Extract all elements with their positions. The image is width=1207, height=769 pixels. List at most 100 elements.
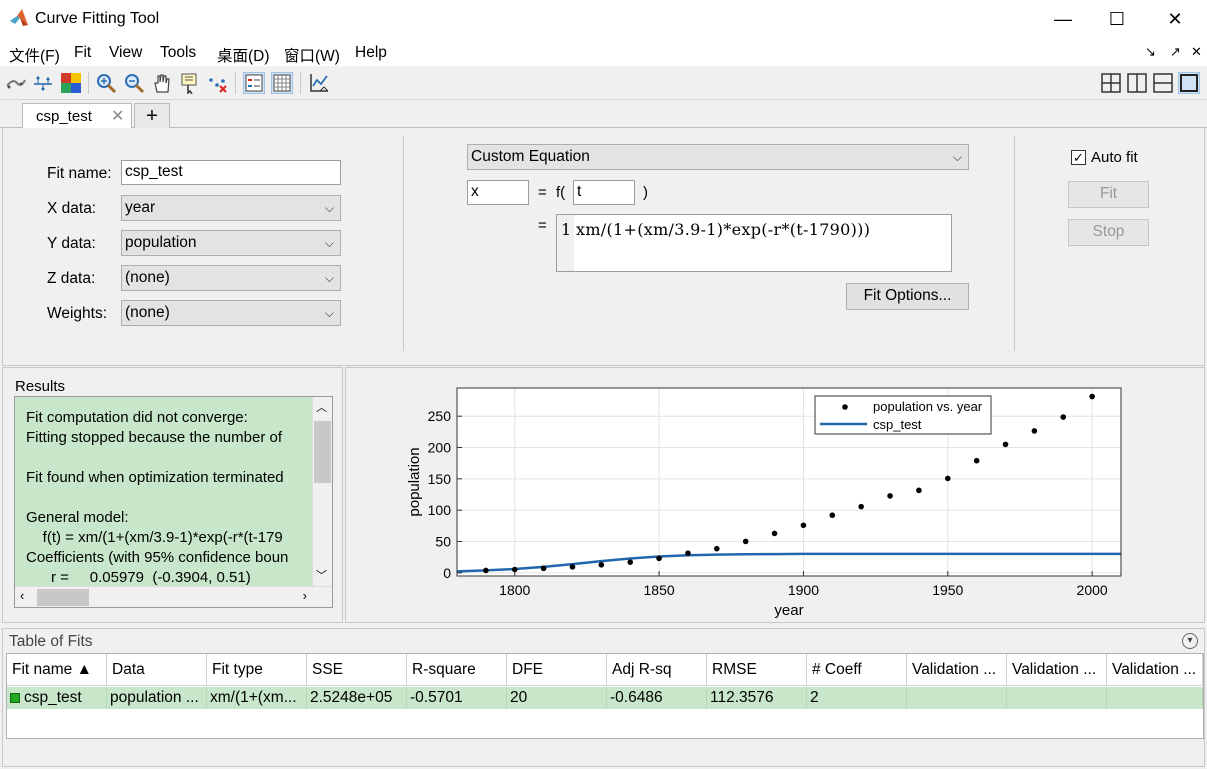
close-tab-icon[interactable]: ✕ <box>111 106 124 126</box>
plot-legend[interactable]: population vs. year csp_test <box>814 395 992 435</box>
tab-csp-test[interactable]: csp_test ✕ <box>22 103 132 129</box>
pan-hand-icon[interactable] <box>151 72 173 94</box>
weights-label: Weights: <box>47 305 108 322</box>
chevron-down-icon: ⌵ <box>324 306 334 320</box>
residuals-plot-icon[interactable] <box>32 72 54 94</box>
dock-icon[interactable]: ↘ <box>1145 44 1156 60</box>
column-header-dfe[interactable]: DFE <box>507 654 607 686</box>
data-point <box>1002 441 1009 448</box>
independent-variable-input[interactable]: t <box>573 180 635 205</box>
y-data-select[interactable]: population ⌵ <box>121 230 341 256</box>
data-point <box>944 475 951 482</box>
column-header-adj-r-sq[interactable]: Adj R-sq <box>607 654 707 686</box>
function-open: f( <box>556 184 566 201</box>
zoom-out-icon[interactable] <box>123 72 145 94</box>
scroll-down-icon[interactable]: ﹀ <box>316 567 327 583</box>
column-header-data[interactable]: Data <box>107 654 207 686</box>
column-header-r-square[interactable]: R-square <box>407 654 507 686</box>
fit-plot-icon[interactable] <box>5 72 27 94</box>
tile-vertical-icon[interactable] <box>1126 72 1148 94</box>
scroll-up-icon[interactable]: ︿ <box>316 399 327 415</box>
column-header-validation[interactable]: Validation ... <box>1007 654 1107 686</box>
fit-plot[interactable]: 1800 1850 1900 1950 2000 0 50 100 150 200 250 year… <box>346 368 1204 622</box>
weights-select[interactable]: (none) ⌵ <box>121 300 341 326</box>
z-data-label: Z data: <box>47 270 96 287</box>
collapse-icon[interactable]: ▾ <box>1182 633 1198 649</box>
grid-icon[interactable] <box>271 72 293 94</box>
x-tick-label: 1950 <box>932 582 963 598</box>
surface-colormap-icon[interactable] <box>60 72 82 94</box>
fit-setup-panel: Fit name: csp_test X data: year ⌵ Y data:… <box>2 128 1205 366</box>
equation-text[interactable]: xm/(1+(xm/3.9-1)*exp(-r*(t-1790))) <box>576 220 870 239</box>
column-header-validation[interactable]: Validation ... <box>1107 654 1203 686</box>
table-of-fits-panel: Table of Fits ▾ Fit name ▲ Data Fit type… <box>2 628 1205 767</box>
scrollbar-thumb[interactable] <box>314 421 331 483</box>
cell-rmse: 112.3576 <box>707 687 807 709</box>
data-cursor-icon[interactable] <box>179 72 201 94</box>
axes-limits-icon[interactable] <box>308 72 330 94</box>
scroll-right-icon[interactable]: › <box>303 588 307 603</box>
new-fit-tab-button[interactable]: + <box>134 103 170 129</box>
chevron-down-icon: ⌵ <box>324 201 334 215</box>
results-text-area[interactable]: Fit computation did not converge: Fittin… <box>14 396 333 608</box>
maximize-button[interactable]: ☐ <box>1094 4 1140 34</box>
tile-horizontal-icon[interactable] <box>1152 72 1174 94</box>
fit-options-button[interactable]: Fit Options... <box>846 283 969 310</box>
y-tick-label: 100 <box>428 502 452 518</box>
column-header-validation[interactable]: Validation ... <box>907 654 1007 686</box>
menu-window[interactable]: 窗口(W) <box>284 44 340 66</box>
close-button[interactable]: ✕ <box>1152 4 1198 34</box>
equation-editor[interactable]: 1 xm/(1+(xm/3.9-1)*exp(-r*(t-1790))) <box>556 214 952 272</box>
column-header-coeff[interactable]: # Coeff <box>807 654 907 686</box>
column-header-fit-type[interactable]: Fit type <box>207 654 307 686</box>
column-header-sse[interactable]: SSE <box>307 654 407 686</box>
exclude-outliers-icon[interactable] <box>207 72 229 94</box>
fit-type-select[interactable]: Custom Equation ⌵ <box>467 144 969 170</box>
auto-fit-checkbox[interactable]: ✓ <box>1071 150 1086 165</box>
legend-entry-fit: csp_test <box>873 417 922 432</box>
fit-button[interactable]: Fit <box>1068 181 1149 208</box>
auto-fit-label: Auto fit <box>1091 149 1138 166</box>
z-data-select[interactable]: (none) ⌵ <box>121 265 341 291</box>
x-tick-label: 1850 <box>644 582 675 598</box>
stop-button[interactable]: Stop <box>1068 219 1149 246</box>
single-panel-icon[interactable] <box>1178 72 1200 94</box>
fit-name-input[interactable]: csp_test <box>121 160 341 185</box>
dependent-variable-input[interactable]: x <box>467 180 529 205</box>
data-point <box>973 457 980 464</box>
tile-quad-icon[interactable] <box>1100 72 1122 94</box>
column-header-fit-name[interactable]: Fit name ▲ <box>7 654 107 686</box>
menu-file[interactable]: 文件(F) <box>9 44 60 66</box>
cell-validation <box>1007 687 1107 709</box>
x-tick-label: 1800 <box>499 582 530 598</box>
data-point <box>598 561 605 568</box>
zoom-in-icon[interactable] <box>95 72 117 94</box>
menu-fit[interactable]: Fit <box>74 44 91 62</box>
equals-sign: = <box>538 184 547 201</box>
scroll-left-icon[interactable]: ‹ <box>20 588 24 603</box>
menu-tools[interactable]: Tools <box>160 44 196 62</box>
data-point <box>627 559 634 565</box>
cell-fit-name: csp_test <box>7 687 107 709</box>
menu-bar: 文件(F) Fit View Tools 桌面(D) 窗口(W) Help ↘ … <box>0 38 1207 66</box>
column-header-rmse[interactable]: RMSE <box>707 654 807 686</box>
results-line: Fitting stopped because the number of <box>26 429 282 446</box>
results-horizontal-scrollbar[interactable]: ‹ › <box>15 586 332 607</box>
y-data-label: Y data: <box>47 235 96 252</box>
menu-desktop[interactable]: 桌面(D) <box>217 44 270 66</box>
title-bar: Curve Fitting Tool — ☐ ✕ <box>0 0 1207 38</box>
setup-divider <box>403 136 404 351</box>
x-data-select[interactable]: year ⌵ <box>121 195 341 221</box>
legend-icon[interactable] <box>243 72 265 94</box>
undock-icon[interactable]: ↗ <box>1170 44 1181 60</box>
minimize-button[interactable]: — <box>1040 4 1086 34</box>
cell-data: population ... <box>107 687 207 709</box>
results-vertical-scrollbar[interactable]: ︿ ﹀ <box>312 397 332 587</box>
function-close: ) <box>643 184 648 201</box>
menu-view[interactable]: View <box>109 44 142 62</box>
y-tick-label: 50 <box>435 534 451 550</box>
close-figure-icon[interactable]: ✕ <box>1191 44 1202 60</box>
results-line: Coefficients (with 95% confidence boun <box>26 549 289 566</box>
scrollbar-thumb[interactable] <box>37 589 89 606</box>
menu-help[interactable]: Help <box>355 44 387 62</box>
